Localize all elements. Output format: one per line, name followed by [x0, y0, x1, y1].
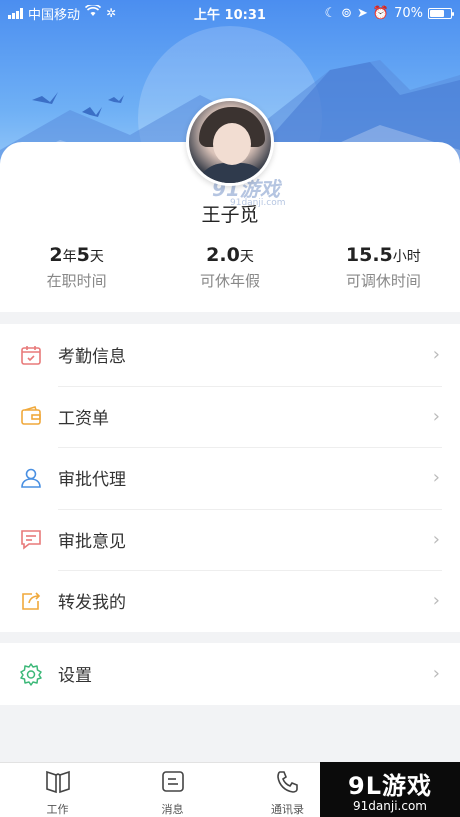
carrier-label: 中国移动: [28, 7, 81, 23]
settings-group: 设置 ›: [0, 643, 460, 705]
menu-item-approval-proxy[interactable]: 审批代理 ›: [0, 447, 460, 509]
avatar[interactable]: [186, 98, 274, 186]
wifi-icon: [84, 3, 102, 21]
chevron-right-icon: ›: [432, 528, 440, 550]
stat-label: 在职时间: [46, 272, 107, 290]
loading-icon: ✲: [106, 6, 117, 20]
status-bar: 中国移动 ✲ 上午 10:31 ☾ ⊚ ➤ ⏰ 70%: [0, 0, 460, 26]
stat-compensatory-leave: 15.5小时 可调休时间: [307, 244, 460, 291]
stat-annual-leave: 2.0天 可休年假: [153, 244, 306, 291]
stat-label: 可调休时间: [345, 272, 421, 290]
chevron-right-icon: ›: [432, 344, 440, 366]
menu-item-label: 工资单: [58, 408, 109, 429]
lock-rotation-icon: ⊚: [341, 5, 352, 21]
stat-label: 可休年假: [199, 272, 260, 290]
menu-item-payslip[interactable]: 工资单 ›: [0, 385, 460, 448]
message-icon: [159, 769, 187, 799]
signal-icon: [8, 7, 23, 19]
tab-label: 消息: [161, 803, 184, 816]
tab-label: 通讯录: [271, 803, 304, 816]
stat-tenure: 2年5天 在职时间: [0, 244, 153, 291]
menu-item-label: 设置: [58, 666, 92, 687]
wallet-icon: [18, 403, 44, 429]
share-icon: [18, 588, 44, 614]
menu-item-label: 审批意见: [58, 531, 126, 552]
chevron-right-icon: ›: [432, 590, 440, 612]
alarm-icon: ⏰: [372, 5, 390, 21]
chevron-right-icon: ›: [432, 467, 440, 489]
battery-icon: [428, 7, 454, 19]
chevron-right-icon: ›: [432, 663, 440, 685]
menu-item-attendance[interactable]: 考勤信息 ›: [0, 324, 460, 386]
user-icon: [18, 465, 44, 491]
user-name: 王子觅: [201, 204, 259, 226]
tab-label: 工作: [46, 803, 69, 816]
menu-item-label: 转发我的: [58, 593, 126, 614]
phone-icon: [274, 769, 302, 799]
menu-item-label: 审批代理: [58, 470, 126, 491]
menu-list: 考勤信息 › 工资单 › 审批代理 › 审批意见 › 转发我的 ›: [0, 324, 460, 632]
tab-messages[interactable]: 消息: [115, 763, 230, 817]
chevron-right-icon: ›: [432, 405, 440, 427]
menu-item-label: 考勤信息: [58, 347, 126, 368]
menu-item-forwarded[interactable]: 转发我的 ›: [0, 570, 460, 632]
location-icon: ➤: [357, 5, 368, 21]
book-icon: [44, 769, 72, 799]
brand-name: 9L游戏: [348, 772, 432, 800]
comment-icon: [18, 526, 44, 552]
stats-row: 2年5天 在职时间 2.0天 可休年假 15.5小时 可调休时间: [0, 244, 460, 291]
battery-percent: 70%: [394, 5, 423, 21]
brand-watermark: 9L游戏 91danji.com: [320, 762, 460, 817]
tab-work[interactable]: 工作: [0, 763, 115, 817]
gear-icon: [18, 661, 44, 687]
brand-url: 91danji.com: [353, 799, 427, 813]
moon-icon: ☾: [324, 5, 337, 21]
menu-item-settings[interactable]: 设置 ›: [0, 643, 460, 705]
calendar-icon: [18, 342, 44, 368]
menu-item-approval-comments[interactable]: 审批意见 ›: [0, 508, 460, 571]
